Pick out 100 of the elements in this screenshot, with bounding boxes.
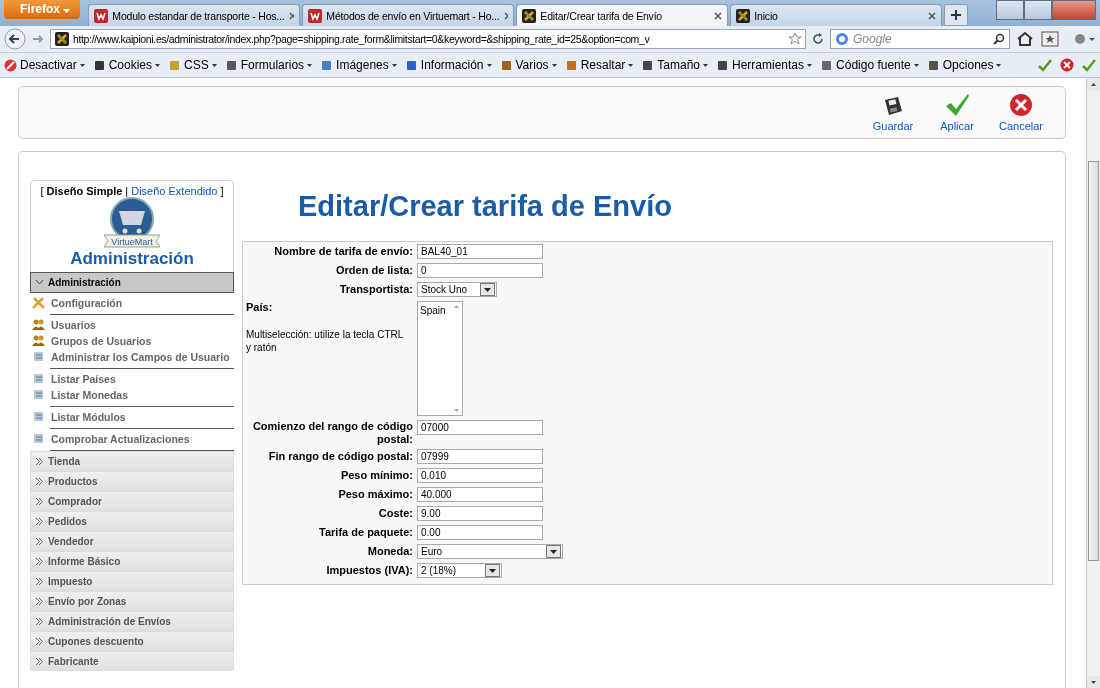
checkmark-icon: [944, 92, 970, 117]
back-icon[interactable]: [4, 28, 26, 50]
dropdown[interactable]: 2 (18%): [417, 563, 502, 579]
field-label: Tarifa de paquete:: [318, 526, 413, 540]
country-listbox[interactable]: Spain: [417, 301, 463, 416]
expand-chevron-icon: [35, 456, 44, 466]
caret-icon: [155, 63, 161, 67]
error-icon[interactable]: [1060, 58, 1074, 72]
cancel-icon: [1009, 92, 1033, 117]
sidebar-item[interactable]: Administrar los Campos de Usuario: [32, 350, 234, 363]
toolbar-menu[interactable]: Varios: [499, 58, 557, 72]
logo-text: VirtueMart: [111, 237, 153, 247]
text-field[interactable]: 0.010: [417, 468, 543, 484]
toolbar-menu[interactable]: Imágenes: [320, 58, 397, 72]
site-icon: [522, 8, 537, 23]
field-label: Nombre de tarifa de envío:: [273, 245, 413, 258]
toolbar-tool-icon: [92, 58, 106, 72]
caret-icon: [484, 287, 491, 292]
text-field[interactable]: 07000: [417, 420, 543, 435]
sidebar-item[interactable]: Listar Países: [32, 372, 234, 385]
list-option[interactable]: Spain: [420, 305, 449, 316]
sidebar-item[interactable]: Comprobar Actualizaciones: [32, 432, 234, 445]
caret-icon: [307, 63, 313, 67]
browser-tab[interactable]: Editar/Crear tarifa de Envío: [516, 4, 729, 26]
dropdown[interactable]: Stock Uno: [417, 282, 497, 297]
toolbar-menu[interactable]: Código fuente: [820, 58, 919, 72]
minimize-button[interactable]: [996, 0, 1024, 20]
browser-tab[interactable]: Modulo estandar de transporte - Hos...: [88, 4, 301, 26]
save-button[interactable]: Guardar: [861, 89, 925, 136]
toolbar-menu[interactable]: Formularios: [224, 58, 313, 72]
apply-button[interactable]: Aplicar: [925, 89, 989, 136]
toolbar-menu[interactable]: Información: [404, 58, 492, 72]
browser-tab[interactable]: Métodos de envío en Virtuemart - Ho...: [302, 4, 515, 26]
caret-icon: [391, 63, 397, 67]
toolbar-menu[interactable]: Opciones: [926, 58, 1002, 72]
menu-section-header[interactable]: Comprador: [30, 491, 234, 511]
text-field[interactable]: 0.00: [417, 525, 543, 541]
checkmark-icon[interactable]: [1082, 58, 1096, 72]
browser-tab[interactable]: Inicio: [730, 4, 943, 26]
scroll-up-icon[interactable]: [1087, 78, 1100, 91]
caret-icon: [63, 9, 71, 13]
star-icon[interactable]: [789, 33, 801, 45]
menu-section-header[interactable]: Administración de Envíos: [30, 611, 234, 631]
sidebar-item[interactable]: Listar Módulos: [32, 410, 234, 423]
field-label: Coste:: [377, 507, 413, 521]
toolbar-menu[interactable]: CSS: [168, 58, 217, 72]
list-icon: [32, 410, 45, 423]
field-hint: Multiselección: utilize la tecla CTRL y ratón: [246, 327, 404, 354]
cancel-button[interactable]: Cancelar: [989, 89, 1053, 136]
expand-chevron-icon: [35, 476, 44, 486]
text-field[interactable]: 0: [417, 263, 543, 278]
toolbar-tool-icon: [716, 58, 729, 72]
sidebar-item[interactable]: Usuarios: [32, 318, 234, 331]
separator-text: |: [125, 185, 129, 197]
menu-section-header[interactable]: Cupones descuento: [30, 631, 234, 651]
field-label: Fin rango de código postal:: [267, 450, 413, 464]
text-field[interactable]: 9.00: [417, 506, 543, 522]
sidebar-item[interactable]: Listar Monedas: [32, 388, 234, 401]
toolbar-menu[interactable]: Resaltar: [564, 58, 634, 72]
menu-section-header[interactable]: Fabricante: [30, 651, 234, 671]
reload-icon[interactable]: [810, 31, 826, 47]
menu-section-header[interactable]: Administración: [30, 272, 234, 293]
address-bar[interactable]: http://www.kaipioni.es/administrator/index.php?page=shipping.rate_form&limitstart=0&keyword=&shipping_rate_id=25&option=com_v: [50, 29, 806, 49]
scroll-down-icon[interactable]: [1087, 676, 1100, 688]
field-label: Transportista:: [338, 283, 413, 296]
caret-icon: [807, 63, 813, 67]
menu-section-header[interactable]: Pedidos: [30, 511, 234, 531]
new-tab-icon[interactable]: [944, 4, 969, 26]
field-label: Moneda:: [366, 545, 413, 559]
dropdown[interactable]: Euro: [417, 544, 563, 560]
layout-link[interactable]: Diseño Extendido: [131, 185, 218, 197]
menu-section-header[interactable]: Informe Básico: [30, 551, 234, 571]
menu-section-header[interactable]: Tienda: [30, 451, 234, 471]
text-field[interactable]: 40.000: [417, 487, 543, 503]
sidebar-item[interactable]: Configuración: [32, 296, 234, 309]
toolbar-menu[interactable]: Herramientas: [716, 58, 813, 72]
search-icon[interactable]: [993, 33, 1005, 45]
toolbar-menu[interactable]: Cookies: [92, 58, 161, 72]
search-field[interactable]: Google: [830, 29, 1010, 49]
text-field[interactable]: BAL40_01: [417, 244, 543, 259]
scrollbar[interactable]: [1086, 78, 1100, 688]
page-heading: Editar/Crear tarifa de Envío: [298, 190, 673, 223]
checkmark-icon[interactable]: [1038, 58, 1052, 72]
menu-section-header[interactable]: Impuesto: [30, 571, 234, 591]
menu-section-header[interactable]: Productos: [30, 471, 234, 491]
sidebar-item[interactable]: Grupos de Usuarios: [32, 334, 234, 347]
bracket-text: [: [40, 185, 44, 197]
expand-chevron-icon: [35, 636, 44, 646]
caret-icon: [550, 549, 557, 554]
toolbar-menu[interactable]: Tamaño: [641, 58, 708, 72]
text-field[interactable]: 07999: [417, 449, 543, 465]
expand-chevron-icon: [35, 536, 44, 546]
field-label: Impuestos (IVA):: [325, 564, 413, 578]
maximize-button[interactable]: [1024, 0, 1052, 20]
field-label: Orden de lista:: [334, 264, 413, 277]
toolbar-tool-icon: [926, 58, 940, 72]
site-icon: [736, 8, 751, 23]
menu-section-header[interactable]: Envío por Zonas: [30, 591, 234, 611]
menu-section-header[interactable]: Vendedor: [30, 531, 234, 551]
toolbar-menu[interactable]: Desactivar: [4, 58, 85, 72]
